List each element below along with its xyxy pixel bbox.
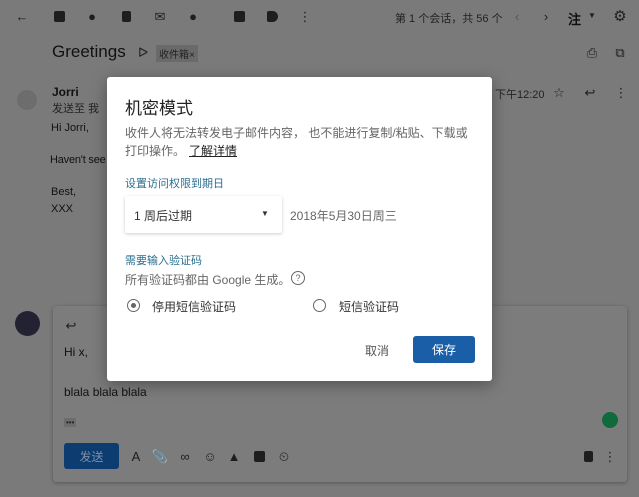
compose-line: Hi x, <box>64 345 88 359</box>
passcode-description: 所有验证码都由 Google 生成。 <box>125 273 291 287</box>
mark-unread-icon[interactable]: ✉ <box>153 9 167 23</box>
next-icon[interactable]: › <box>539 9 553 23</box>
help-icon[interactable]: ? <box>291 271 305 285</box>
confidential-mode-icon[interactable]: ⏲ <box>277 449 291 463</box>
cancel-button[interactable]: 取消 <box>365 342 389 359</box>
print-icon[interactable]: ⎙ <box>585 45 599 59</box>
more-icon[interactable]: ⋮ <box>614 85 628 99</box>
archive-icon[interactable] <box>52 9 66 23</box>
input-tools[interactable]: 注 <box>568 9 581 28</box>
confidential-mode-dialog: 机密模式 收件人将无法转发电子邮件内容， 也不能进行复制/粘贴、下载或打印操作。… <box>107 77 492 381</box>
sender-name: Jorri <box>52 85 79 99</box>
body-line: XXX <box>51 203 74 215</box>
open-new-window-icon[interactable]: ⧉ <box>613 45 627 59</box>
move-to-icon[interactable] <box>232 9 246 23</box>
drive-icon[interactable]: ▲ <box>227 449 241 463</box>
expiry-heading: 设置访问权限到期日 <box>125 178 224 190</box>
save-button[interactable]: 保存 <box>413 336 475 363</box>
radio-label[interactable]: 停用短信验证码 <box>152 298 236 315</box>
discard-icon[interactable] <box>581 449 595 463</box>
dialog-title: 机密模式 <box>125 99 193 118</box>
gear-icon[interactable]: ⚙ <box>613 9 627 24</box>
description-text: 收件人将无法转发电子邮件内容， 也不能进行复制/粘贴、下载或打印操作。 <box>125 126 468 158</box>
compose-line: blala blala blala <box>64 385 147 399</box>
star-icon[interactable]: ☆ <box>552 85 566 99</box>
user-avatar <box>15 311 40 336</box>
body-line: Best, <box>51 186 77 198</box>
passcode-heading: 需要输入验证码 <box>125 255 202 267</box>
expiry-select[interactable]: 1 周后过期 ▼ <box>125 196 282 233</box>
radio-label[interactable]: 短信验证码 <box>339 298 399 315</box>
chevron-down-icon[interactable]: ▼ <box>585 9 599 23</box>
avatar <box>17 90 37 110</box>
attach-icon[interactable]: 📎 <box>152 449 168 463</box>
photo-icon[interactable] <box>252 449 266 463</box>
grammarly-icon[interactable] <box>602 412 618 428</box>
label-icon[interactable] <box>265 9 279 23</box>
more-options-icon[interactable]: ⋮ <box>603 449 617 463</box>
body-line: Hi Jorri, <box>51 122 89 134</box>
learn-more-link[interactable]: 了解详情 <box>189 144 237 158</box>
link-icon[interactable]: ∞ <box>178 449 192 463</box>
radio-sms[interactable] <box>313 299 326 312</box>
pager-text: 第 1 个会话，共 56 个 <box>395 13 503 25</box>
show-trimmed[interactable]: ••• <box>64 418 77 427</box>
message-time: 下午12:20 <box>495 89 545 101</box>
reply-icon[interactable]: ↩ <box>583 85 597 99</box>
dialog-description: 收件人将无法转发电子邮件内容， 也不能进行复制/粘贴、下载或打印操作。 了解详情 <box>125 124 477 160</box>
body-line: Haven't see <box>50 154 106 166</box>
delete-icon[interactable] <box>119 9 133 23</box>
recipient[interactable]: 发送至 我 <box>52 100 99 116</box>
remove-label-icon[interactable]: × <box>189 50 195 61</box>
formatting-icon[interactable]: A <box>129 449 143 463</box>
prev-icon[interactable]: ‹ <box>510 9 524 23</box>
label-chip: 收件箱× <box>156 45 198 62</box>
report-spam-icon[interactable]: ● <box>85 9 99 23</box>
snooze-icon[interactable]: ● <box>186 9 200 23</box>
more-icon[interactable]: ⋮ <box>298 9 312 23</box>
emoji-icon[interactable]: ☺ <box>203 449 217 463</box>
send-button[interactable]: 发送 <box>64 443 119 469</box>
reply-type-icon[interactable]: ↩ <box>64 318 78 332</box>
expiry-select-value: 1 周后过期 <box>134 209 193 223</box>
label-chip-text: 收件箱 <box>159 50 189 61</box>
radio-no-sms[interactable] <box>127 299 140 312</box>
subject: Greetings <box>52 42 126 61</box>
important-icon[interactable]: ᐅ <box>136 45 150 59</box>
dropdown-arrow-icon: ▼ <box>261 209 269 218</box>
expiry-date: 2018年5月30日周三 <box>290 209 397 223</box>
back-icon[interactable]: ← <box>15 9 29 23</box>
